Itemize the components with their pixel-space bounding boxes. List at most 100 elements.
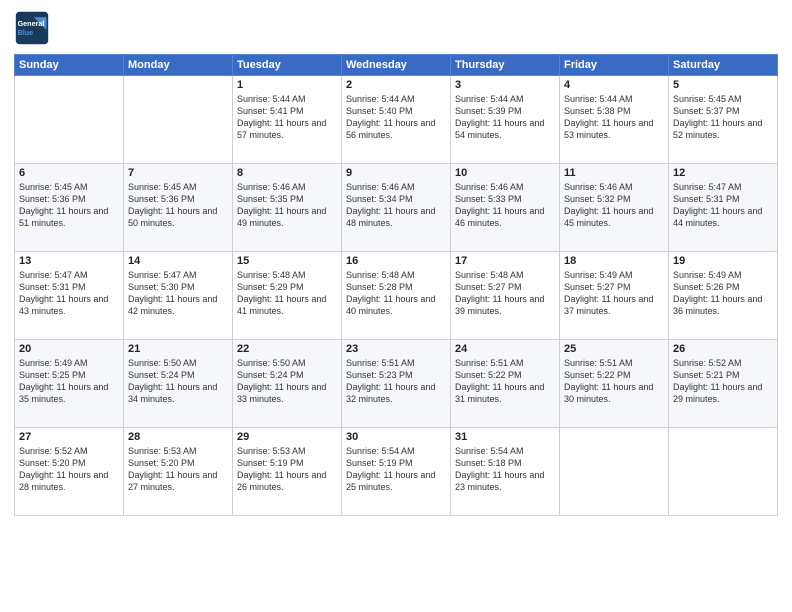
calendar-cell: 12 Sunrise: 5:47 AM Sunset: 5:31 PM Dayli… — [669, 164, 778, 252]
day-number: 7 — [128, 167, 228, 179]
calendar-cell — [124, 76, 233, 164]
day-number: 29 — [237, 431, 337, 443]
header: General Blue — [14, 10, 778, 46]
weekday-header: Sunday — [15, 55, 124, 76]
day-number: 6 — [19, 167, 119, 179]
calendar-cell: 4Sunrise: 5:44 AM Sunset: 5:38 PM Daylig… — [560, 76, 669, 164]
calendar-table: SundayMondayTuesdayWednesdayThursdayFrid… — [14, 54, 778, 516]
logo-icon: General Blue — [14, 10, 50, 46]
calendar-cell: 16Sunrise: 5:48 AM Sunset: 5:28 PM Dayli… — [342, 252, 451, 340]
day-info: Sunrise: 5:49 AM Sunset: 5:27 PM Dayligh… — [564, 269, 664, 318]
day-number: 17 — [455, 255, 555, 267]
calendar-cell — [669, 428, 778, 516]
day-number: 8 — [237, 167, 337, 179]
calendar-week-row: 20Sunrise: 5:49 AM Sunset: 5:25 PM Dayli… — [15, 340, 778, 428]
day-info: Sunrise: 5:50 AM Sunset: 5:24 PM Dayligh… — [128, 357, 228, 406]
calendar-week-row: 27 Sunrise: 5:52 AM Sunset: 5:20 PM Dayli… — [15, 428, 778, 516]
calendar-cell: 5 Sunrise: 5:45 AM Sunset: 5:37 PM Daylig… — [669, 76, 778, 164]
day-info: Sunrise: 5:54 AM Sunset: 5:18 PM Dayligh… — [455, 445, 555, 494]
calendar-week-row: 13Sunrise: 5:47 AM Sunset: 5:31 PM Dayli… — [15, 252, 778, 340]
calendar-cell: 28Sunrise: 5:53 AM Sunset: 5:20 PM Dayli… — [124, 428, 233, 516]
calendar-cell: 11 Sunrise: 5:46 AM Sunset: 5:32 PM Dayli… — [560, 164, 669, 252]
weekday-header: Friday — [560, 55, 669, 76]
calendar-cell: 26Sunrise: 5:52 AM Sunset: 5:21 PM Dayli… — [669, 340, 778, 428]
day-info: Sunrise: 5:48 AM Sunset: 5:27 PM Dayligh… — [455, 269, 555, 318]
day-number: 24 — [455, 343, 555, 355]
calendar-cell: 19 Sunrise: 5:49 AM Sunset: 5:26 PM Dayli… — [669, 252, 778, 340]
weekday-header: Wednesday — [342, 55, 451, 76]
day-number: 30 — [346, 431, 446, 443]
day-info: Sunrise: 5:46 AM Sunset: 5:32 PM Dayligh… — [564, 181, 664, 230]
calendar-cell — [15, 76, 124, 164]
calendar-cell: 2 Sunrise: 5:44 AM Sunset: 5:40 PM Daylig… — [342, 76, 451, 164]
day-number: 4 — [564, 79, 664, 91]
day-info: Sunrise: 5:53 AM Sunset: 5:19 PM Dayligh… — [237, 445, 337, 494]
calendar-cell: 30Sunrise: 5:54 AM Sunset: 5:19 PM Dayli… — [342, 428, 451, 516]
calendar-cell: 6 Sunrise: 5:45 AM Sunset: 5:36 PM Daylig… — [15, 164, 124, 252]
day-number: 23 — [346, 343, 446, 355]
calendar-cell: 27 Sunrise: 5:52 AM Sunset: 5:20 PM Dayli… — [15, 428, 124, 516]
day-number: 11 — [564, 167, 664, 179]
day-number: 28 — [128, 431, 228, 443]
day-number: 19 — [673, 255, 773, 267]
logo: General Blue — [14, 10, 50, 46]
day-info: Sunrise: 5:51 AM Sunset: 5:22 PM Dayligh… — [564, 357, 664, 406]
day-info: Sunrise: 5:46 AM Sunset: 5:33 PM Dayligh… — [455, 181, 555, 230]
calendar-cell: 17 Sunrise: 5:48 AM Sunset: 5:27 PM Dayli… — [451, 252, 560, 340]
calendar-cell: 13Sunrise: 5:47 AM Sunset: 5:31 PM Dayli… — [15, 252, 124, 340]
day-info: Sunrise: 5:50 AM Sunset: 5:24 PM Dayligh… — [237, 357, 337, 406]
calendar-cell: 1 Sunrise: 5:44 AM Sunset: 5:41 PM Daylig… — [233, 76, 342, 164]
calendar-header-row: SundayMondayTuesdayWednesdayThursdayFrid… — [15, 55, 778, 76]
weekday-header: Saturday — [669, 55, 778, 76]
day-number: 5 — [673, 79, 773, 91]
calendar-week-row: 1 Sunrise: 5:44 AM Sunset: 5:41 PM Daylig… — [15, 76, 778, 164]
day-number: 27 — [19, 431, 119, 443]
calendar-cell: 24 Sunrise: 5:51 AM Sunset: 5:22 PM Dayli… — [451, 340, 560, 428]
day-info: Sunrise: 5:44 AM Sunset: 5:41 PM Dayligh… — [237, 93, 337, 142]
day-info: Sunrise: 5:51 AM Sunset: 5:22 PM Dayligh… — [455, 357, 555, 406]
calendar-cell: 14 Sunrise: 5:47 AM Sunset: 5:30 PM Dayli… — [124, 252, 233, 340]
day-number: 3 — [455, 79, 555, 91]
calendar-cell: 20Sunrise: 5:49 AM Sunset: 5:25 PM Dayli… — [15, 340, 124, 428]
day-number: 2 — [346, 79, 446, 91]
svg-text:General: General — [18, 19, 45, 28]
calendar-cell: 7 Sunrise: 5:45 AM Sunset: 5:36 PM Daylig… — [124, 164, 233, 252]
day-info: Sunrise: 5:44 AM Sunset: 5:40 PM Dayligh… — [346, 93, 446, 142]
day-info: Sunrise: 5:51 AM Sunset: 5:23 PM Dayligh… — [346, 357, 446, 406]
day-info: Sunrise: 5:45 AM Sunset: 5:37 PM Dayligh… — [673, 93, 773, 142]
calendar-cell: 9Sunrise: 5:46 AM Sunset: 5:34 PM Daylig… — [342, 164, 451, 252]
day-number: 10 — [455, 167, 555, 179]
svg-text:Blue: Blue — [18, 28, 34, 37]
day-info: Sunrise: 5:49 AM Sunset: 5:26 PM Dayligh… — [673, 269, 773, 318]
day-info: Sunrise: 5:47 AM Sunset: 5:30 PM Dayligh… — [128, 269, 228, 318]
calendar-cell: 25 Sunrise: 5:51 AM Sunset: 5:22 PM Dayli… — [560, 340, 669, 428]
day-info: Sunrise: 5:47 AM Sunset: 5:31 PM Dayligh… — [673, 181, 773, 230]
day-number: 21 — [128, 343, 228, 355]
weekday-header: Monday — [124, 55, 233, 76]
day-number: 1 — [237, 79, 337, 91]
day-info: Sunrise: 5:52 AM Sunset: 5:20 PM Dayligh… — [19, 445, 119, 494]
day-number: 14 — [128, 255, 228, 267]
calendar-cell: 22 Sunrise: 5:50 AM Sunset: 5:24 PM Dayli… — [233, 340, 342, 428]
day-info: Sunrise: 5:47 AM Sunset: 5:31 PM Dayligh… — [19, 269, 119, 318]
day-info: Sunrise: 5:45 AM Sunset: 5:36 PM Dayligh… — [19, 181, 119, 230]
day-number: 16 — [346, 255, 446, 267]
day-info: Sunrise: 5:52 AM Sunset: 5:21 PM Dayligh… — [673, 357, 773, 406]
calendar-cell: 31 Sunrise: 5:54 AM Sunset: 5:18 PM Dayli… — [451, 428, 560, 516]
day-number: 22 — [237, 343, 337, 355]
day-info: Sunrise: 5:46 AM Sunset: 5:34 PM Dayligh… — [346, 181, 446, 230]
day-number: 31 — [455, 431, 555, 443]
day-number: 25 — [564, 343, 664, 355]
calendar-cell: 23 Sunrise: 5:51 AM Sunset: 5:23 PM Dayli… — [342, 340, 451, 428]
day-info: Sunrise: 5:44 AM Sunset: 5:39 PM Dayligh… — [455, 93, 555, 142]
calendar-cell: 15Sunrise: 5:48 AM Sunset: 5:29 PM Dayli… — [233, 252, 342, 340]
day-number: 18 — [564, 255, 664, 267]
calendar-cell: 21 Sunrise: 5:50 AM Sunset: 5:24 PM Dayli… — [124, 340, 233, 428]
calendar-cell: 29 Sunrise: 5:53 AM Sunset: 5:19 PM Dayli… — [233, 428, 342, 516]
day-number: 12 — [673, 167, 773, 179]
calendar-cell: 10 Sunrise: 5:46 AM Sunset: 5:33 PM Dayli… — [451, 164, 560, 252]
day-info: Sunrise: 5:45 AM Sunset: 5:36 PM Dayligh… — [128, 181, 228, 230]
calendar-cell: 8Sunrise: 5:46 AM Sunset: 5:35 PM Daylig… — [233, 164, 342, 252]
day-info: Sunrise: 5:48 AM Sunset: 5:29 PM Dayligh… — [237, 269, 337, 318]
weekday-header: Tuesday — [233, 55, 342, 76]
